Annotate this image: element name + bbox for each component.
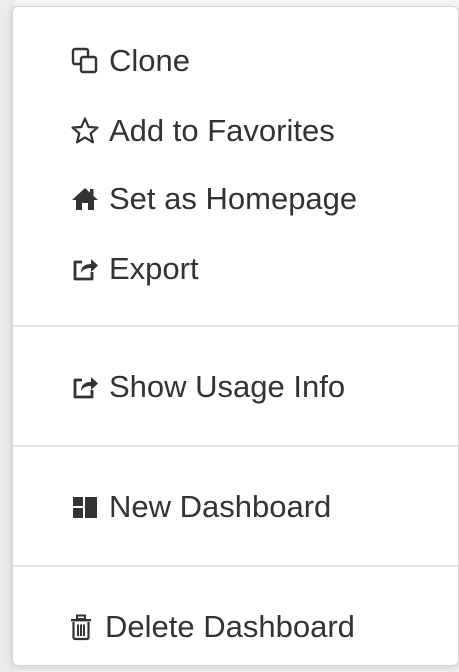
menu-item-set-as-homepage[interactable]: Set as Homepage (67, 177, 357, 221)
menu-divider (13, 325, 458, 327)
dashboard-icon (67, 489, 103, 525)
menu-divider (13, 445, 458, 447)
page: Clone Add to Favorites Set as Homepage E… (0, 0, 459, 672)
menu-item-label: Export (109, 251, 199, 286)
menu-item-label: Set as Homepage (109, 181, 358, 216)
menu-item-export[interactable]: Export (67, 247, 199, 291)
menu-item-show-usage-info[interactable]: Show Usage Info (67, 365, 345, 409)
menu-item-clone[interactable]: Clone (67, 39, 190, 83)
home-icon (67, 181, 103, 217)
menu-item-label: Show Usage Info (109, 369, 346, 404)
dashboard-actions-menu: Clone Add to Favorites Set as Homepage E… (12, 6, 459, 666)
share-export-icon (67, 369, 103, 405)
star-outline-icon (67, 113, 103, 149)
menu-item-label: Clone (109, 43, 190, 78)
menu-item-delete-dashboard[interactable]: Delete Dashboard (63, 605, 355, 649)
menu-item-new-dashboard[interactable]: New Dashboard (67, 485, 331, 529)
menu-item-label: Delete Dashboard (105, 609, 355, 644)
menu-item-label: New Dashboard (109, 489, 332, 524)
clone-icon (67, 43, 103, 79)
menu-item-add-to-favorites[interactable]: Add to Favorites (67, 109, 335, 153)
share-export-icon (67, 251, 103, 287)
menu-divider (13, 565, 458, 567)
trash-icon (63, 609, 99, 645)
menu-item-label: Add to Favorites (109, 113, 335, 148)
